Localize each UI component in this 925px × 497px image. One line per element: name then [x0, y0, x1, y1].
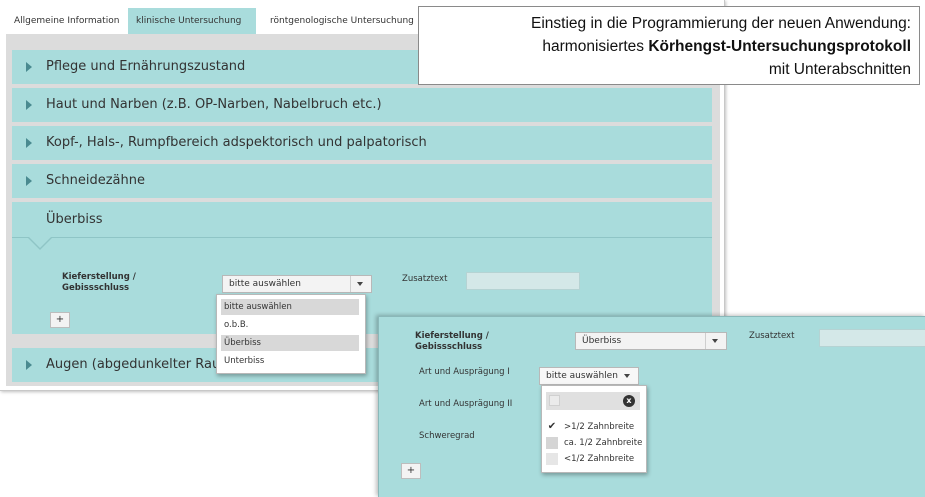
section-title: Augen (abgedunkelter Rau: [46, 357, 221, 372]
clear-icon[interactable]: x: [623, 395, 635, 407]
callout-line-2-prefix: harmonisiertes: [542, 38, 649, 55]
section-schneidezaehne[interactable]: Schneidezähne: [12, 164, 712, 198]
label-line-1: Kieferstellung /: [62, 272, 136, 282]
zusatztext-input[interactable]: [466, 272, 580, 290]
schweregrad-label: Schweregrad: [419, 431, 475, 441]
select-value: bitte auswählen: [546, 371, 618, 381]
callout-line-2: harmonisiertes Körhengst-Untersuchungspr…: [419, 35, 911, 58]
label-line-2: Gebissschluss: [415, 342, 483, 352]
art-auspraegung-2-label: Art und Ausprägung II: [419, 399, 513, 409]
select-value: Überbiss: [582, 336, 622, 346]
art-auspraegung-1-label: Art und Ausprägung I: [419, 367, 510, 377]
art-auspraegung-1-select[interactable]: bitte auswählen: [539, 367, 639, 385]
tab-klinische-untersuchung[interactable]: klinische Untersuchung: [128, 8, 256, 34]
select-all-checkbox[interactable]: [549, 395, 560, 406]
tab-allgemeine-information[interactable]: Allgemeine Information: [6, 8, 122, 34]
section-title: Pflege und Ernährungszustand: [46, 59, 246, 74]
option-label: >1/2 Zahnbreite: [564, 422, 635, 432]
expand-triangle-icon: [26, 360, 32, 370]
checkmark-icon: ✔: [547, 421, 557, 432]
checkbox-icon: [546, 453, 558, 465]
kieferstellung-select-2[interactable]: Überbiss: [575, 332, 727, 350]
callout-box: Einstieg in die Programmierung der neuen…: [418, 6, 920, 85]
label-line-2: Gebissschluss: [62, 283, 130, 293]
expand-triangle-icon: [26, 176, 32, 186]
label-line-1: Kieferstellung /: [415, 331, 489, 341]
expand-triangle-icon: [26, 100, 32, 110]
zusatztext-label-2: Zusatztext: [749, 331, 795, 341]
select-value: bitte auswählen: [229, 279, 301, 289]
checkbox-icon: [546, 437, 558, 449]
zusatztext-label: Zusatztext: [402, 274, 448, 284]
add-button[interactable]: +: [50, 312, 70, 328]
expand-triangle-icon: [26, 62, 32, 72]
callout-line-3: mit Unterabschnitten: [768, 61, 911, 78]
detail-panel: Kieferstellung / Gebissschluss Überbiss …: [378, 316, 925, 497]
option-unterbiss[interactable]: Unterbiss: [221, 353, 359, 369]
section-kopf-hals-rumpf[interactable]: Kopf-, Hals-, Rumpfbereich adspektorisch…: [12, 126, 712, 160]
open-notch-inner: [29, 237, 51, 248]
art-auspraegung-dropdown: x ✔ >1/2 Zahnbreite ca. 1/2 Zahnbreite <…: [541, 385, 647, 473]
section-title: Kopf-, Hals-, Rumpfbereich adspektorisch…: [46, 135, 427, 150]
kieferstellung-label: Kieferstellung / Gebissschluss: [62, 272, 136, 294]
section-title: Haut und Narben (z.B. OP-Narben, Nabelbr…: [46, 97, 382, 112]
kieferstellung-select[interactable]: bitte auswählen: [222, 275, 372, 293]
section-title: Schneidezähne: [46, 173, 146, 188]
callout-line-1: Einstieg in die Programmierung der neuen…: [531, 15, 911, 32]
zusatztext-input-2[interactable]: [819, 329, 925, 347]
chevron-down-icon: [705, 333, 726, 349]
add-button-2[interactable]: +: [401, 463, 421, 479]
callout-line-2-bold: Körhengst-Untersuchungsprotokoll: [648, 38, 911, 55]
tab-roentgenologische-untersuchung[interactable]: röntgenologische Untersuchung: [262, 8, 418, 34]
option-obb[interactable]: o.b.B.: [221, 317, 359, 333]
kieferstellung-label-2: Kieferstellung / Gebissschluss: [415, 331, 489, 353]
kieferstellung-dropdown: bitte auswählen o.b.B. Überbiss Unterbis…: [216, 294, 366, 374]
option-label: ca. 1/2 Zahnbreite: [564, 438, 643, 448]
chevron-down-icon: [618, 368, 638, 384]
option-ueberbiss[interactable]: Überbiss: [221, 335, 359, 351]
option-label: <1/2 Zahnbreite: [564, 454, 635, 464]
section-haut-und-narben[interactable]: Haut und Narben (z.B. OP-Narben, Nabelbr…: [12, 88, 712, 122]
dropdown-search[interactable]: x: [546, 392, 640, 410]
option-bitte-auswaehlen[interactable]: bitte auswählen: [221, 299, 359, 315]
section-ueberbiss-header[interactable]: Überbiss: [12, 202, 712, 238]
expand-triangle-icon: [26, 138, 32, 148]
chevron-down-icon: [350, 276, 371, 292]
